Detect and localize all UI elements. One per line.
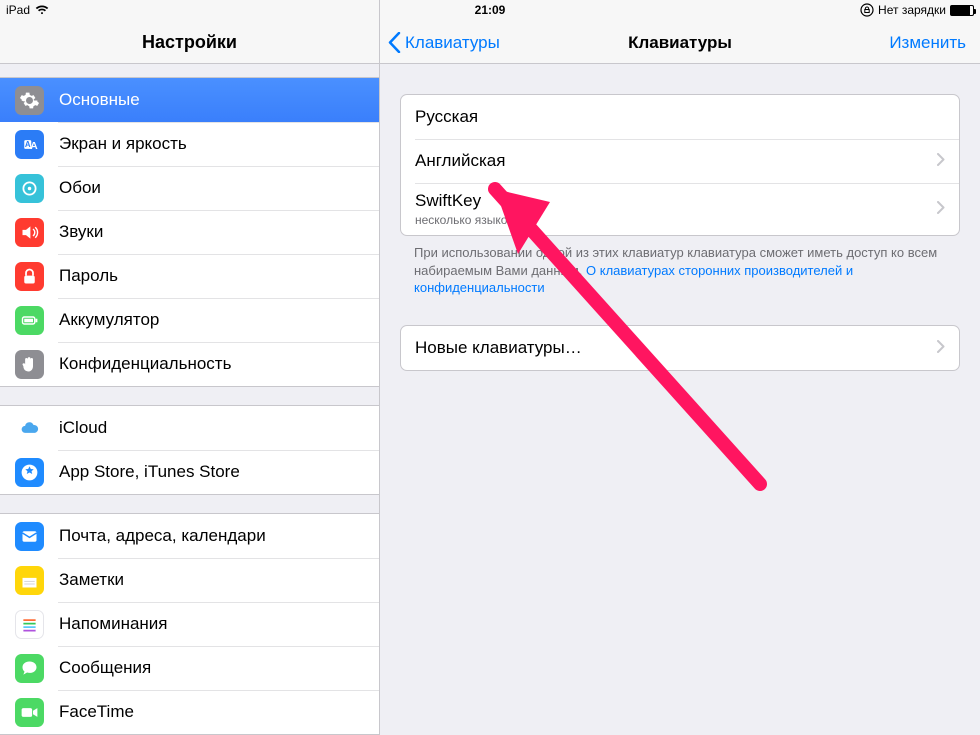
sidebar-item-label: Заметки xyxy=(59,570,124,590)
sidebar-item-label: Конфиденциальность xyxy=(59,354,231,374)
sidebar-item-label: iCloud xyxy=(59,418,107,438)
page-title: Клавиатуры xyxy=(628,33,732,53)
chevron-right-icon xyxy=(937,338,945,358)
back-button[interactable]: Клавиатуры xyxy=(388,32,500,53)
facetime-icon xyxy=(15,698,44,727)
hand-icon xyxy=(15,350,44,379)
sidebar-item-wallpaper[interactable]: Обои xyxy=(0,166,379,210)
sidebar-item-passcode[interactable]: Пароль xyxy=(0,254,379,298)
sidebar-item-privacy[interactable]: Конфиденциальность xyxy=(0,342,379,386)
detail-body[interactable]: Русская Английская SwiftKey несколько яз… xyxy=(380,64,980,735)
settings-sidebar: Настройки Основные AA Экран и яркость Об… xyxy=(0,0,380,735)
reminders-icon xyxy=(15,610,44,639)
mail-icon xyxy=(15,522,44,551)
keyboards-group: Русская Английская SwiftKey несколько яз… xyxy=(400,94,960,236)
new-keyboard-label: Новые клавиатуры… xyxy=(415,338,582,358)
wifi-icon xyxy=(35,5,49,15)
cloud-icon xyxy=(15,414,44,443)
sidebar-item-notes[interactable]: Заметки xyxy=(0,558,379,602)
sidebar-item-label: Экран и яркость xyxy=(59,134,187,154)
edit-button[interactable]: Изменить xyxy=(889,33,966,53)
keyboard-row-russian[interactable]: Русская xyxy=(401,95,959,139)
sidebar-item-general[interactable]: Основные xyxy=(0,78,379,122)
keyboard-label: Русская xyxy=(415,107,478,127)
back-label: Клавиатуры xyxy=(405,33,500,53)
sidebar-item-label: Звуки xyxy=(59,222,103,242)
keyboard-row-english[interactable]: Английская xyxy=(401,139,959,183)
battery-icon xyxy=(15,306,44,335)
chevron-right-icon xyxy=(937,151,945,171)
sidebar-item-label: Пароль xyxy=(59,266,118,286)
clock: 21:09 xyxy=(475,3,506,17)
wallpaper-icon xyxy=(15,174,44,203)
sidebar-item-label: Обои xyxy=(59,178,101,198)
charging-status: Нет зарядки xyxy=(878,3,946,17)
detail-pane: Клавиатуры Клавиатуры Изменить Русская А… xyxy=(380,0,980,735)
sidebar-item-label: FaceTime xyxy=(59,702,134,722)
orientation-lock-icon xyxy=(860,3,874,17)
keyboard-row-swiftkey[interactable]: SwiftKey несколько языков xyxy=(401,183,959,235)
new-keyboard-group: Новые клавиатуры… xyxy=(400,325,960,371)
messages-icon xyxy=(15,654,44,683)
third-party-footer: При использовании одной из этих клавиату… xyxy=(414,244,946,297)
appstore-icon xyxy=(15,458,44,487)
svg-text:A: A xyxy=(30,139,38,151)
sidebar-item-label: Аккумулятор xyxy=(59,310,159,330)
sidebar-scroll[interactable]: Основные AA Экран и яркость Обои Звуки П… xyxy=(0,64,379,735)
sidebar-item-sounds[interactable]: Звуки xyxy=(0,210,379,254)
sidebar-item-appstore[interactable]: App Store, iTunes Store xyxy=(0,450,379,494)
sidebar-item-battery[interactable]: Аккумулятор xyxy=(0,298,379,342)
sidebar-item-label: Напоминания xyxy=(59,614,168,634)
battery-icon xyxy=(950,5,974,16)
speaker-icon xyxy=(15,218,44,247)
brightness-icon: AA xyxy=(15,130,44,159)
keyboard-label: Английская xyxy=(415,151,505,171)
chevron-left-icon xyxy=(388,32,401,53)
notes-icon xyxy=(15,566,44,595)
keyboard-label: SwiftKey xyxy=(415,191,481,211)
sidebar-item-reminders[interactable]: Напоминания xyxy=(0,602,379,646)
new-keyboard-row[interactable]: Новые клавиатуры… xyxy=(401,326,959,370)
status-bar: iPad 21:09 Нет зарядки xyxy=(0,0,980,20)
sidebar-item-label: App Store, iTunes Store xyxy=(59,462,240,482)
sidebar-item-label: Почта, адреса, календари xyxy=(59,526,266,546)
sidebar-item-label: Сообщения xyxy=(59,658,151,678)
sidebar-item-messages[interactable]: Сообщения xyxy=(0,646,379,690)
sidebar-item-icloud[interactable]: iCloud xyxy=(0,406,379,450)
sidebar-item-display[interactable]: AA Экран и яркость xyxy=(0,122,379,166)
keyboard-sublabel: несколько языков xyxy=(415,213,514,227)
sidebar-item-label: Основные xyxy=(59,90,140,110)
gear-icon xyxy=(15,86,44,115)
lock-icon xyxy=(15,262,44,291)
device-label: iPad xyxy=(6,3,30,17)
sidebar-item-mail[interactable]: Почта, адреса, календари xyxy=(0,514,379,558)
sidebar-item-facetime[interactable]: FaceTime xyxy=(0,690,379,734)
chevron-right-icon xyxy=(937,199,945,219)
